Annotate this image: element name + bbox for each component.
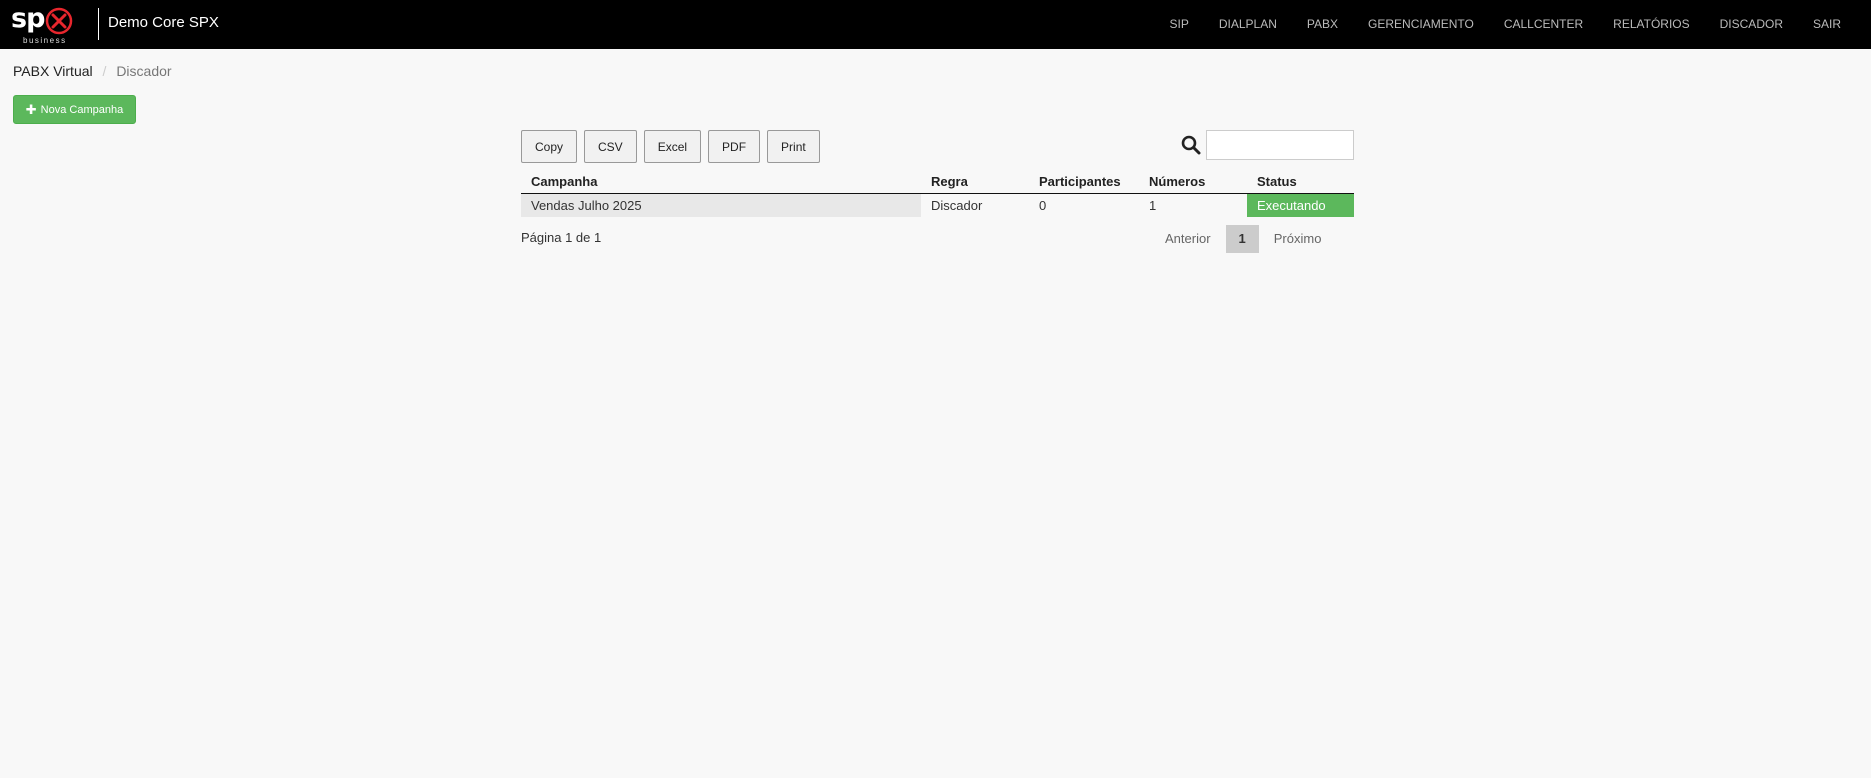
export-toolbar: Copy CSV Excel PDF Print xyxy=(521,130,820,163)
csv-button[interactable]: CSV xyxy=(584,130,637,163)
breadcrumb-separator: / xyxy=(102,63,107,79)
spx-logo[interactable]: sp business xyxy=(11,3,81,45)
status-badge: Executando xyxy=(1247,193,1354,217)
menu-item-sip[interactable]: SIP xyxy=(1155,0,1204,49)
search-input[interactable] xyxy=(1206,130,1354,160)
menu-item-sair[interactable]: SAIR xyxy=(1798,0,1856,49)
menu-item-gerenciamento[interactable]: GERENCIAMENTO xyxy=(1353,0,1489,49)
column-header-numeros[interactable]: Números xyxy=(1139,170,1247,194)
breadcrumb-current: Discador xyxy=(116,63,172,79)
column-header-campanha[interactable]: Campanha xyxy=(521,170,921,194)
new-campaign-label: Nova Campanha xyxy=(40,103,124,116)
table-row[interactable]: Vendas Julho 2025 Discador 0 1 Executand… xyxy=(521,193,1354,217)
main-menu: SIP DIALPLAN PABX GERENCIAMENTO CALLCENT… xyxy=(1155,0,1871,49)
pdf-button[interactable]: PDF xyxy=(708,130,761,163)
top-navbar: sp business Demo Core SPX SIP DIALPLAN P… xyxy=(0,0,1871,49)
cell-participantes: 0 xyxy=(1039,198,1047,213)
search-icon xyxy=(1181,135,1201,155)
excel-button[interactable]: Excel xyxy=(643,130,702,163)
copy-button[interactable]: Copy xyxy=(521,130,578,163)
page-1-button[interactable]: 1 xyxy=(1225,225,1259,253)
menu-item-pabx[interactable]: PABX xyxy=(1292,0,1353,49)
menu-item-relatorios[interactable]: RELATÓRIOS xyxy=(1598,0,1704,49)
campaigns-table: Campanha Regra Participantes Números Sta… xyxy=(521,170,1354,217)
column-header-status[interactable]: Status xyxy=(1247,170,1354,194)
logo-text: sp xyxy=(11,3,45,34)
cell-campanha[interactable]: Vendas Julho 2025 xyxy=(521,193,921,217)
next-page-button[interactable]: Próximo xyxy=(1259,225,1337,253)
cell-numeros: 1 xyxy=(1149,198,1157,213)
navbar-divider xyxy=(98,8,99,40)
table-header-row: Campanha Regra Participantes Números Sta… xyxy=(521,170,1354,194)
logo-x-mark-icon xyxy=(45,7,73,35)
menu-item-discador[interactable]: DISCADOR xyxy=(1705,0,1798,49)
pagination: Anterior 1 Próximo xyxy=(1150,225,1336,253)
breadcrumb: PABX Virtual / Discador xyxy=(13,63,172,79)
menu-item-callcenter[interactable]: CALLCENTER xyxy=(1489,0,1598,49)
new-campaign-button[interactable]: ✚ Nova Campanha xyxy=(13,95,136,124)
plus-icon: ✚ xyxy=(25,101,37,117)
logo-subtext: business xyxy=(23,36,67,45)
previous-page-button[interactable]: Anterior xyxy=(1150,225,1226,253)
column-header-regra[interactable]: Regra xyxy=(921,170,1029,194)
column-header-participantes[interactable]: Participantes xyxy=(1029,170,1139,194)
breadcrumb-parent[interactable]: PABX Virtual xyxy=(13,63,93,79)
cell-regra: Discador xyxy=(931,198,983,213)
print-button[interactable]: Print xyxy=(767,130,820,163)
brand-title[interactable]: Demo Core SPX xyxy=(108,14,219,31)
page-info: Página 1 de 1 xyxy=(521,230,602,245)
menu-item-dialplan[interactable]: DIALPLAN xyxy=(1204,0,1292,49)
